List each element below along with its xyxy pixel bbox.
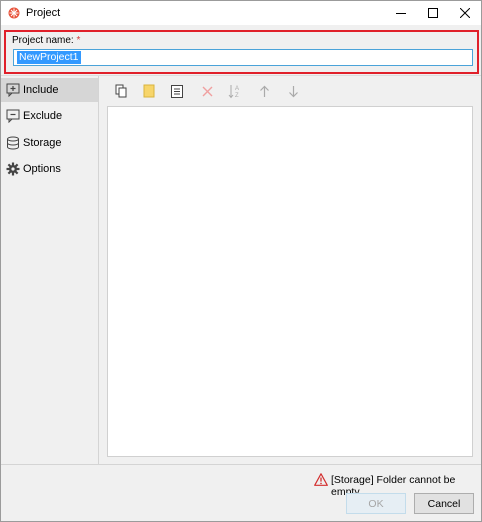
project-name-input[interactable]: NewProject1 [13, 49, 473, 66]
delete-icon [202, 86, 212, 96]
svg-text:Z: Z [235, 93, 239, 99]
svg-text:A: A [235, 86, 239, 92]
title-bar: Project [1, 1, 481, 25]
sidebar-item-label: Options [23, 163, 61, 175]
properties-button[interactable] [169, 83, 185, 99]
exclude-icon [6, 109, 20, 123]
sidebar-item-include[interactable]: Include [1, 78, 98, 102]
sort-button[interactable]: A Z [227, 83, 243, 99]
project-name-label: Project name: * [12, 35, 81, 46]
move-down-button[interactable] [285, 83, 301, 99]
include-list[interactable] [107, 106, 473, 457]
move-up-button[interactable] [256, 83, 272, 99]
maximize-icon [428, 8, 438, 18]
gear-icon [6, 162, 20, 176]
minimize-button[interactable] [385, 1, 417, 25]
move-down-icon [288, 85, 298, 97]
warning-icon [314, 473, 328, 486]
sidebar-item-label: Include [23, 84, 59, 96]
project-name-value: NewProject1 [17, 51, 81, 64]
sidebar-item-exclude[interactable]: Exclude [1, 104, 98, 128]
project-name-section: Project name: * NewProject1 [4, 30, 479, 74]
folder-button[interactable] [141, 83, 157, 99]
sidebar-item-label: Exclude [23, 110, 63, 122]
sidebar-item-storage[interactable]: Storage [1, 131, 98, 155]
close-icon [460, 8, 470, 18]
sidebar-item-options[interactable]: Options [1, 157, 98, 181]
folder-icon [143, 84, 155, 98]
close-button[interactable] [449, 1, 481, 25]
maximize-button[interactable] [417, 1, 449, 25]
delete-button[interactable] [199, 83, 215, 99]
sidebar-item-label: Storage [23, 137, 62, 149]
sidebar: Include Exclude Storage Options [1, 76, 99, 464]
ok-button[interactable]: OK [346, 493, 406, 514]
footer-divider [1, 464, 481, 465]
app-logo-icon [8, 7, 20, 19]
include-icon [6, 83, 20, 97]
cancel-button[interactable]: Cancel [414, 493, 474, 514]
list-icon [171, 84, 183, 98]
copy-button[interactable] [113, 83, 129, 99]
minimize-icon [396, 13, 406, 14]
window-title: Project [26, 7, 61, 19]
copy-icon [115, 84, 126, 98]
project-dialog: Project Project name: * NewProject1 Incl… [0, 0, 482, 522]
sort-az-icon: A Z [228, 85, 239, 99]
required-mark: * [76, 35, 81, 46]
move-up-icon [259, 85, 269, 97]
storage-icon [7, 136, 19, 150]
toolbar: A Z [99, 77, 482, 105]
